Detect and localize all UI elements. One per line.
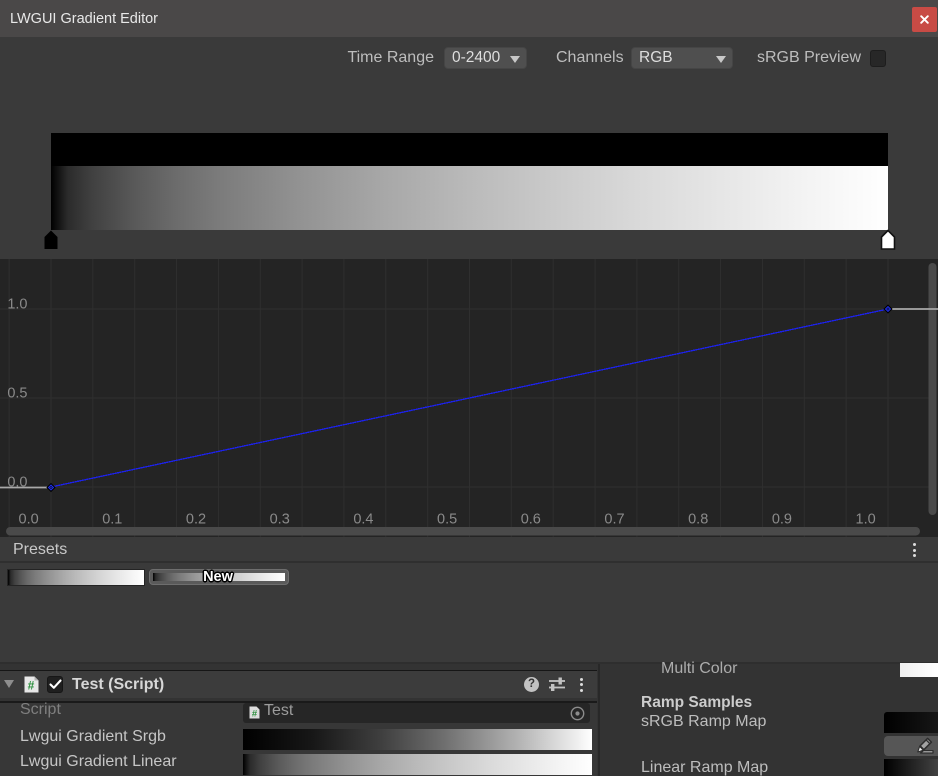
- svg-text:0.1: 0.1: [102, 511, 122, 527]
- svg-text:0.4: 0.4: [353, 511, 373, 527]
- svg-text:0.6: 0.6: [521, 511, 541, 527]
- svg-text:0.8: 0.8: [688, 511, 708, 527]
- svg-text:0.7: 0.7: [604, 511, 624, 527]
- svg-text:0.3: 0.3: [270, 511, 290, 527]
- svg-text:#: #: [27, 678, 34, 692]
- svg-text:0.0: 0.0: [7, 475, 27, 491]
- svg-text:#: #: [252, 709, 258, 720]
- svg-text:1.0: 1.0: [856, 511, 876, 527]
- svg-text:0.2: 0.2: [186, 511, 206, 527]
- svg-text:0.5: 0.5: [7, 386, 27, 402]
- svg-text:1.0: 1.0: [7, 297, 27, 313]
- svg-text:0.0: 0.0: [19, 511, 39, 527]
- svg-text:0.9: 0.9: [772, 511, 792, 527]
- svg-text:0.5: 0.5: [437, 511, 457, 527]
